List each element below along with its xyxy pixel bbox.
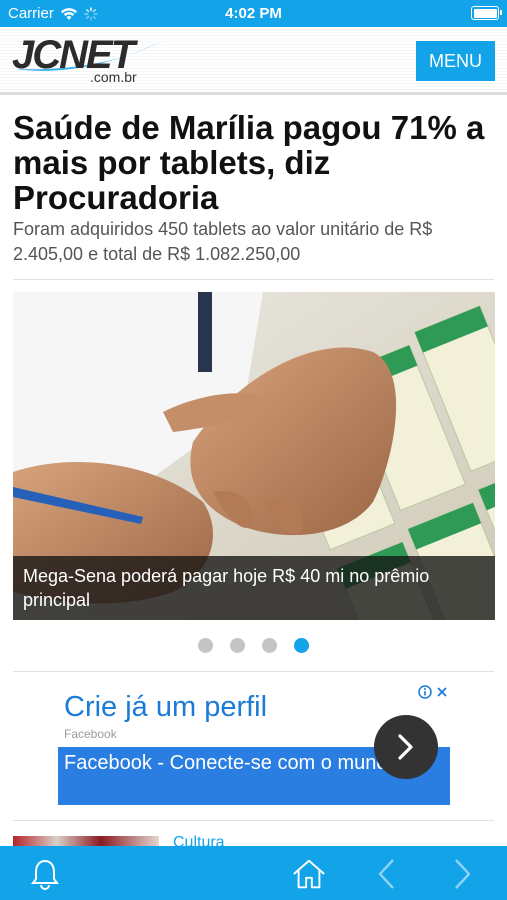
home-icon [293, 859, 325, 889]
carousel-dot[interactable] [230, 638, 245, 653]
ad-open-button[interactable] [374, 715, 438, 779]
ad-info-icon[interactable] [418, 685, 432, 699]
carousel-dot[interactable] [262, 638, 277, 653]
battery-icon [471, 6, 502, 20]
ad-close-icon[interactable] [436, 686, 448, 698]
carousel-caption[interactable]: Mega-Sena poderá pagar hoje R$ 40 mi no … [13, 556, 495, 620]
carousel-dot-active[interactable] [294, 638, 309, 653]
divider [13, 279, 494, 280]
menu-button[interactable]: MENU [416, 41, 495, 81]
clock: 4:02 PM [225, 5, 282, 22]
article-summary: Foram adquiridos 450 tablets ao valor un… [13, 219, 433, 264]
back-arrow-icon [378, 859, 394, 889]
forward-arrow-icon [455, 859, 471, 889]
forward-button[interactable] [444, 856, 480, 892]
status-bar: Carrier 4:02 PM [0, 0, 507, 27]
site-logo[interactable]: JCNET .com.br [12, 33, 162, 89]
ad-choices[interactable] [418, 685, 448, 699]
carousel-dot[interactable] [198, 638, 213, 653]
bottom-toolbar [0, 846, 507, 900]
site-header: JCNET .com.br MENU [0, 27, 507, 95]
news-carousel[interactable]: Mega-Sena poderá pagar hoje R$ 40 mi no … [13, 292, 495, 620]
carousel-pagination [0, 638, 507, 654]
divider [13, 671, 494, 672]
notifications-button[interactable] [27, 856, 63, 892]
home-button[interactable] [291, 856, 327, 892]
chevron-right-icon [398, 734, 413, 760]
bell-icon [31, 859, 59, 890]
ad-source: Facebook [64, 727, 117, 741]
logo-domain: .com.br [90, 69, 137, 85]
ad-title[interactable]: Crie já um perfil [64, 691, 267, 724]
divider [13, 820, 494, 821]
article-headline[interactable]: Saúde de Marília pagou 71% a mais por ta… [13, 110, 493, 215]
back-button[interactable] [369, 856, 405, 892]
